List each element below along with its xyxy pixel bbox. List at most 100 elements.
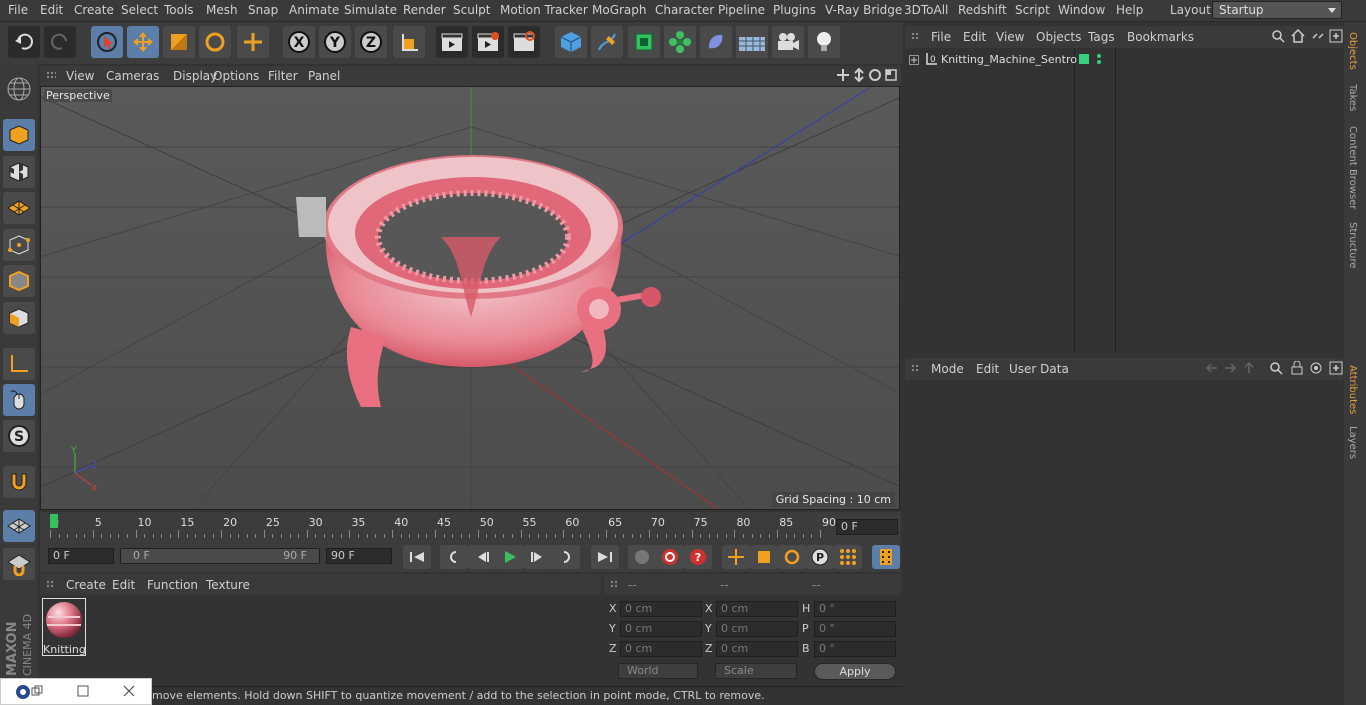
rotate-tool-button[interactable] xyxy=(199,26,231,58)
search-icon[interactable] xyxy=(1271,29,1285,46)
key-pla-button[interactable] xyxy=(834,545,862,569)
3d-viewport[interactable]: Y Z X Perspective Grid Spacing : 10 cm xyxy=(40,86,900,510)
material-menu-function[interactable]: Function xyxy=(147,578,198,592)
menu-motion-tracker[interactable]: Motion Tracker xyxy=(500,3,588,17)
start-frame-field[interactable]: 0 F xyxy=(48,548,114,564)
live-selection-button[interactable] xyxy=(91,26,123,58)
end-frame-field[interactable]: 90 F xyxy=(326,548,392,564)
coord-rotation-p[interactable]: 0 ° xyxy=(814,621,896,637)
cloner-button[interactable] xyxy=(664,26,696,58)
axis-mode-button[interactable] xyxy=(3,348,35,380)
move-tool-button[interactable] xyxy=(127,26,159,58)
solo-button[interactable]: S xyxy=(3,420,35,452)
object-menu-bookmarks[interactable]: Bookmarks xyxy=(1127,30,1194,44)
menu-pipeline[interactable]: Pipeline xyxy=(718,3,765,17)
next-key-button[interactable] xyxy=(552,545,580,569)
object-menu-objects[interactable]: Objects xyxy=(1036,30,1081,44)
menu-mesh[interactable]: Mesh xyxy=(206,3,238,17)
viewport-menu-cameras[interactable]: Cameras xyxy=(106,69,159,83)
light-button[interactable] xyxy=(808,26,840,58)
coord-position-x[interactable]: 0 cm xyxy=(620,601,702,617)
menu-tools[interactable]: Tools xyxy=(164,3,194,17)
tab-attributes[interactable]: Attributes xyxy=(1347,365,1358,414)
menu-create[interactable]: Create xyxy=(74,3,114,17)
menu-script[interactable]: Script xyxy=(1015,3,1050,17)
goto-start-button[interactable] xyxy=(403,545,431,569)
material-menu-edit[interactable]: Edit xyxy=(112,578,135,592)
close-icon[interactable] xyxy=(123,685,135,700)
z-axis-button[interactable]: Z xyxy=(355,26,387,58)
coord-size-x[interactable]: 0 cm xyxy=(716,601,798,617)
material-menu-create[interactable]: Create xyxy=(66,578,106,592)
render-view-button[interactable] xyxy=(436,26,468,58)
back-arrow-icon[interactable] xyxy=(1205,362,1219,377)
play-button[interactable] xyxy=(496,545,524,569)
maximize-icon[interactable] xyxy=(77,685,89,700)
timeline[interactable]: 051015202530354045505560657075808590 0 F xyxy=(40,512,901,542)
pen-tool-button[interactable] xyxy=(591,26,623,58)
object-menu-tags[interactable]: Tags xyxy=(1088,30,1115,44)
forward-arrow-icon[interactable] xyxy=(1223,362,1237,377)
object-name[interactable]: Knitting_Machine_Sentro xyxy=(941,53,1077,66)
y-axis-button[interactable]: Y xyxy=(319,26,351,58)
attribute-menu-mode[interactable]: Mode xyxy=(931,362,964,376)
layout-select[interactable]: Startup xyxy=(1212,1,1342,19)
key-parameter-button[interactable]: P xyxy=(806,545,834,569)
playhead-marker[interactable] xyxy=(50,514,58,528)
new-panel-icon[interactable] xyxy=(1329,29,1343,46)
menu-select[interactable]: Select xyxy=(121,3,158,17)
menu-help[interactable]: Help xyxy=(1116,3,1143,17)
viewport-menu-panel[interactable]: Panel xyxy=(308,69,340,83)
cinema4d-app-icon[interactable] xyxy=(15,684,31,703)
camera-button[interactable] xyxy=(772,26,804,58)
tab-objects[interactable]: Objects xyxy=(1347,32,1358,70)
x-axis-button[interactable]: X xyxy=(283,26,315,58)
object-row-knitting-machine[interactable]: 0 Knitting_Machine_Sentro xyxy=(905,50,1343,70)
material-menu-texture[interactable]: Texture xyxy=(206,578,250,592)
menu-window[interactable]: Window xyxy=(1058,3,1105,17)
coord-position-z[interactable]: 0 cm xyxy=(620,641,702,657)
object-menu-file[interactable]: File xyxy=(931,30,951,44)
material-swatch-knitting[interactable]: Knitting xyxy=(42,598,86,656)
make-editable-button[interactable] xyxy=(3,73,35,105)
undo-button[interactable] xyxy=(8,26,40,58)
deformer-button[interactable] xyxy=(700,26,732,58)
next-frame-button[interactable] xyxy=(524,545,552,569)
new-panel-icon[interactable] xyxy=(1329,361,1343,378)
cube-object-button[interactable] xyxy=(555,26,587,58)
up-arrow-icon[interactable] xyxy=(1243,361,1255,378)
workplane-lock-button[interactable] xyxy=(3,510,35,542)
snapping-button[interactable] xyxy=(3,466,35,498)
coord-position-y[interactable]: 0 cm xyxy=(620,621,702,637)
tab-takes[interactable]: Takes xyxy=(1347,84,1358,111)
coord-rotation-h[interactable]: 0 ° xyxy=(814,601,896,617)
menu-simulate[interactable]: Simulate xyxy=(344,3,397,17)
menu-snap[interactable]: Snap xyxy=(248,3,278,17)
restore-icon[interactable] xyxy=(31,685,43,700)
goto-end-button[interactable] xyxy=(591,545,619,569)
object-menu-edit[interactable]: Edit xyxy=(963,30,986,44)
render-settings-button[interactable] xyxy=(508,26,540,58)
expand-toggle-icon[interactable] xyxy=(909,54,919,68)
key-scale-button[interactable] xyxy=(750,545,778,569)
lock-icon[interactable] xyxy=(1291,360,1303,378)
link-icon[interactable] xyxy=(1311,29,1325,46)
autokeying-button[interactable] xyxy=(656,545,684,569)
menu-3dtoall[interactable]: 3DToAll xyxy=(904,3,948,17)
coord-size-z[interactable]: 0 cm xyxy=(716,641,798,657)
search-icon[interactable] xyxy=(1269,361,1283,378)
viewport-menu-filter[interactable]: Filter xyxy=(268,69,298,83)
viewport-nav-rotate-icon[interactable] xyxy=(868,68,882,85)
viewport-menu-display[interactable]: Display xyxy=(173,69,217,83)
edge-mode-button[interactable] xyxy=(3,265,35,297)
attribute-menu-edit[interactable]: Edit xyxy=(976,362,999,376)
keyframe-selection-button[interactable]: ? xyxy=(684,545,712,569)
prev-frame-button[interactable] xyxy=(468,545,496,569)
viewport-nav-move-icon[interactable] xyxy=(836,68,850,85)
menu-vray-bridge[interactable]: V-Ray Bridge xyxy=(825,3,902,17)
workplane-mode-button[interactable] xyxy=(3,192,35,224)
floor-button[interactable] xyxy=(736,26,768,58)
coordinate-system-button[interactable] xyxy=(393,26,425,58)
menu-plugins[interactable]: Plugins xyxy=(773,3,816,17)
key-rotation-button[interactable] xyxy=(778,545,806,569)
